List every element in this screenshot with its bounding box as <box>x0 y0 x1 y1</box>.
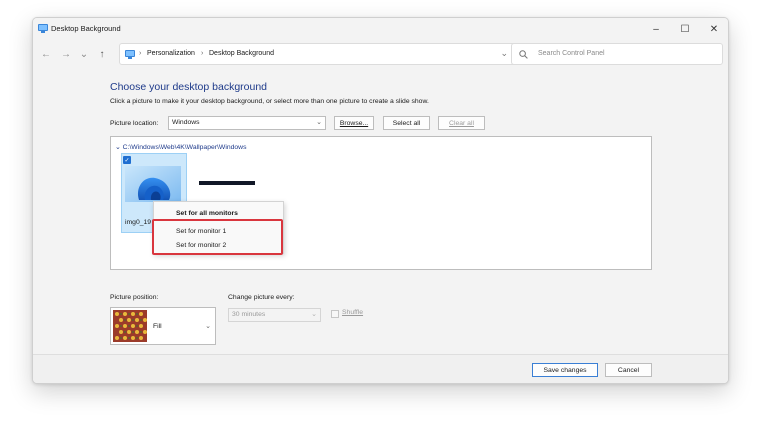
shuffle-checkbox[interactable] <box>331 310 339 318</box>
highlight-annotation-box <box>152 219 283 255</box>
chevron-down-icon: ⌄ <box>316 119 322 126</box>
breadcrumb-separator: › <box>201 50 204 57</box>
cancel-button[interactable]: Cancel <box>605 363 652 377</box>
select-all-button[interactable]: Select all <box>383 116 430 130</box>
wallpaper-thumbnail[interactable] <box>199 181 255 185</box>
select-all-button-label: Select all <box>392 119 421 127</box>
title-bar: Desktop Background – ☐ ✕ <box>33 18 728 40</box>
address-dropdown-icon[interactable]: ⌄ <box>500 48 508 59</box>
chevron-down-icon: ⌄ <box>311 311 317 318</box>
back-arrow-icon: ← <box>41 48 51 60</box>
page-title: Choose your desktop background <box>110 81 268 93</box>
change-picture-every-label: Change picture every: <box>228 294 295 301</box>
up-button[interactable]: ↑ <box>95 47 109 61</box>
desktop-background-window: Desktop Background – ☐ ✕ ← → ⌄ ↑ › Perso… <box>32 17 729 384</box>
picture-position-label: Picture position: <box>110 294 159 301</box>
save-changes-button-label: Save changes <box>543 366 587 374</box>
picture-position-select[interactable]: Fill ⌄ <box>110 307 216 345</box>
chevron-down-icon: ⌄ <box>205 323 211 330</box>
breadcrumb-personalization[interactable]: Personalization <box>147 50 195 57</box>
picture-position-value: Fill <box>153 323 162 330</box>
wallpaper-thumbnail[interactable] <box>125 166 181 202</box>
breadcrumb-separator: › <box>139 50 142 57</box>
search-box[interactable]: Search Control Panel <box>511 43 723 65</box>
window-title: Desktop Background <box>51 24 121 33</box>
search-icon <box>519 50 528 59</box>
up-arrow-icon: ↑ <box>99 48 105 60</box>
control-panel-icon <box>38 24 48 33</box>
minimize-icon: – <box>653 23 659 35</box>
folder-path-text: C:\Windows\Web\4K\Wallpaper\Windows <box>122 144 247 151</box>
save-changes-button[interactable]: Save changes <box>532 363 598 377</box>
clear-all-button[interactable]: Clear all <box>438 116 485 130</box>
menu-item-set-for-all-monitors[interactable]: Set for all monitors <box>176 210 238 217</box>
folder-path-group-header[interactable]: ⌄ C:\Windows\Web\4K\Wallpaper\Windows <box>115 143 247 151</box>
picture-location-value: Windows <box>172 119 200 126</box>
forward-arrow-icon: → <box>61 48 71 60</box>
search-placeholder: Search Control Panel <box>538 50 605 57</box>
browse-button-label: Browse... <box>339 119 369 127</box>
address-bar[interactable]: › Personalization › Desktop Background ⌄… <box>119 43 537 65</box>
clear-all-button-label: Clear all <box>449 119 474 127</box>
picture-location-label: Picture location: <box>110 120 159 127</box>
forward-button[interactable]: → <box>59 47 73 61</box>
checkbox-checked-icon[interactable]: ✓ <box>123 156 131 164</box>
main-content: Choose your desktop background Click a p… <box>33 68 728 354</box>
close-button[interactable]: ✕ <box>702 20 726 38</box>
picture-position-preview <box>113 310 147 342</box>
change-picture-every-select[interactable]: 30 minutes ⌄ <box>228 308 321 322</box>
breadcrumb-desktop-background[interactable]: Desktop Background <box>209 50 274 57</box>
maximize-icon: ☐ <box>680 23 690 35</box>
back-button[interactable]: ← <box>39 47 53 61</box>
chevron-down-icon: ⌄ <box>115 144 123 151</box>
page-description: Click a picture to make it your desktop … <box>110 98 429 105</box>
maximize-button[interactable]: ☐ <box>673 20 697 38</box>
navigation-bar: ← → ⌄ ↑ › Personalization › Desktop Back… <box>33 40 728 68</box>
wallpaper-thumbnail-label: img0_19 <box>125 219 152 226</box>
browse-button[interactable]: Browse... <box>334 116 374 130</box>
footer-bar: Save changes Cancel <box>33 354 728 383</box>
picture-location-select[interactable]: Windows ⌄ <box>168 116 326 130</box>
change-picture-every-value: 30 minutes <box>232 311 266 318</box>
close-icon: ✕ <box>709 23 719 35</box>
shuffle-label: Shuffle <box>342 309 364 316</box>
control-panel-icon <box>125 50 135 59</box>
cancel-button-label: Cancel <box>617 366 640 374</box>
minimize-button[interactable]: – <box>644 20 668 38</box>
recent-locations-button[interactable]: ⌄ <box>77 47 91 61</box>
chevron-down-icon: ⌄ <box>79 48 89 60</box>
